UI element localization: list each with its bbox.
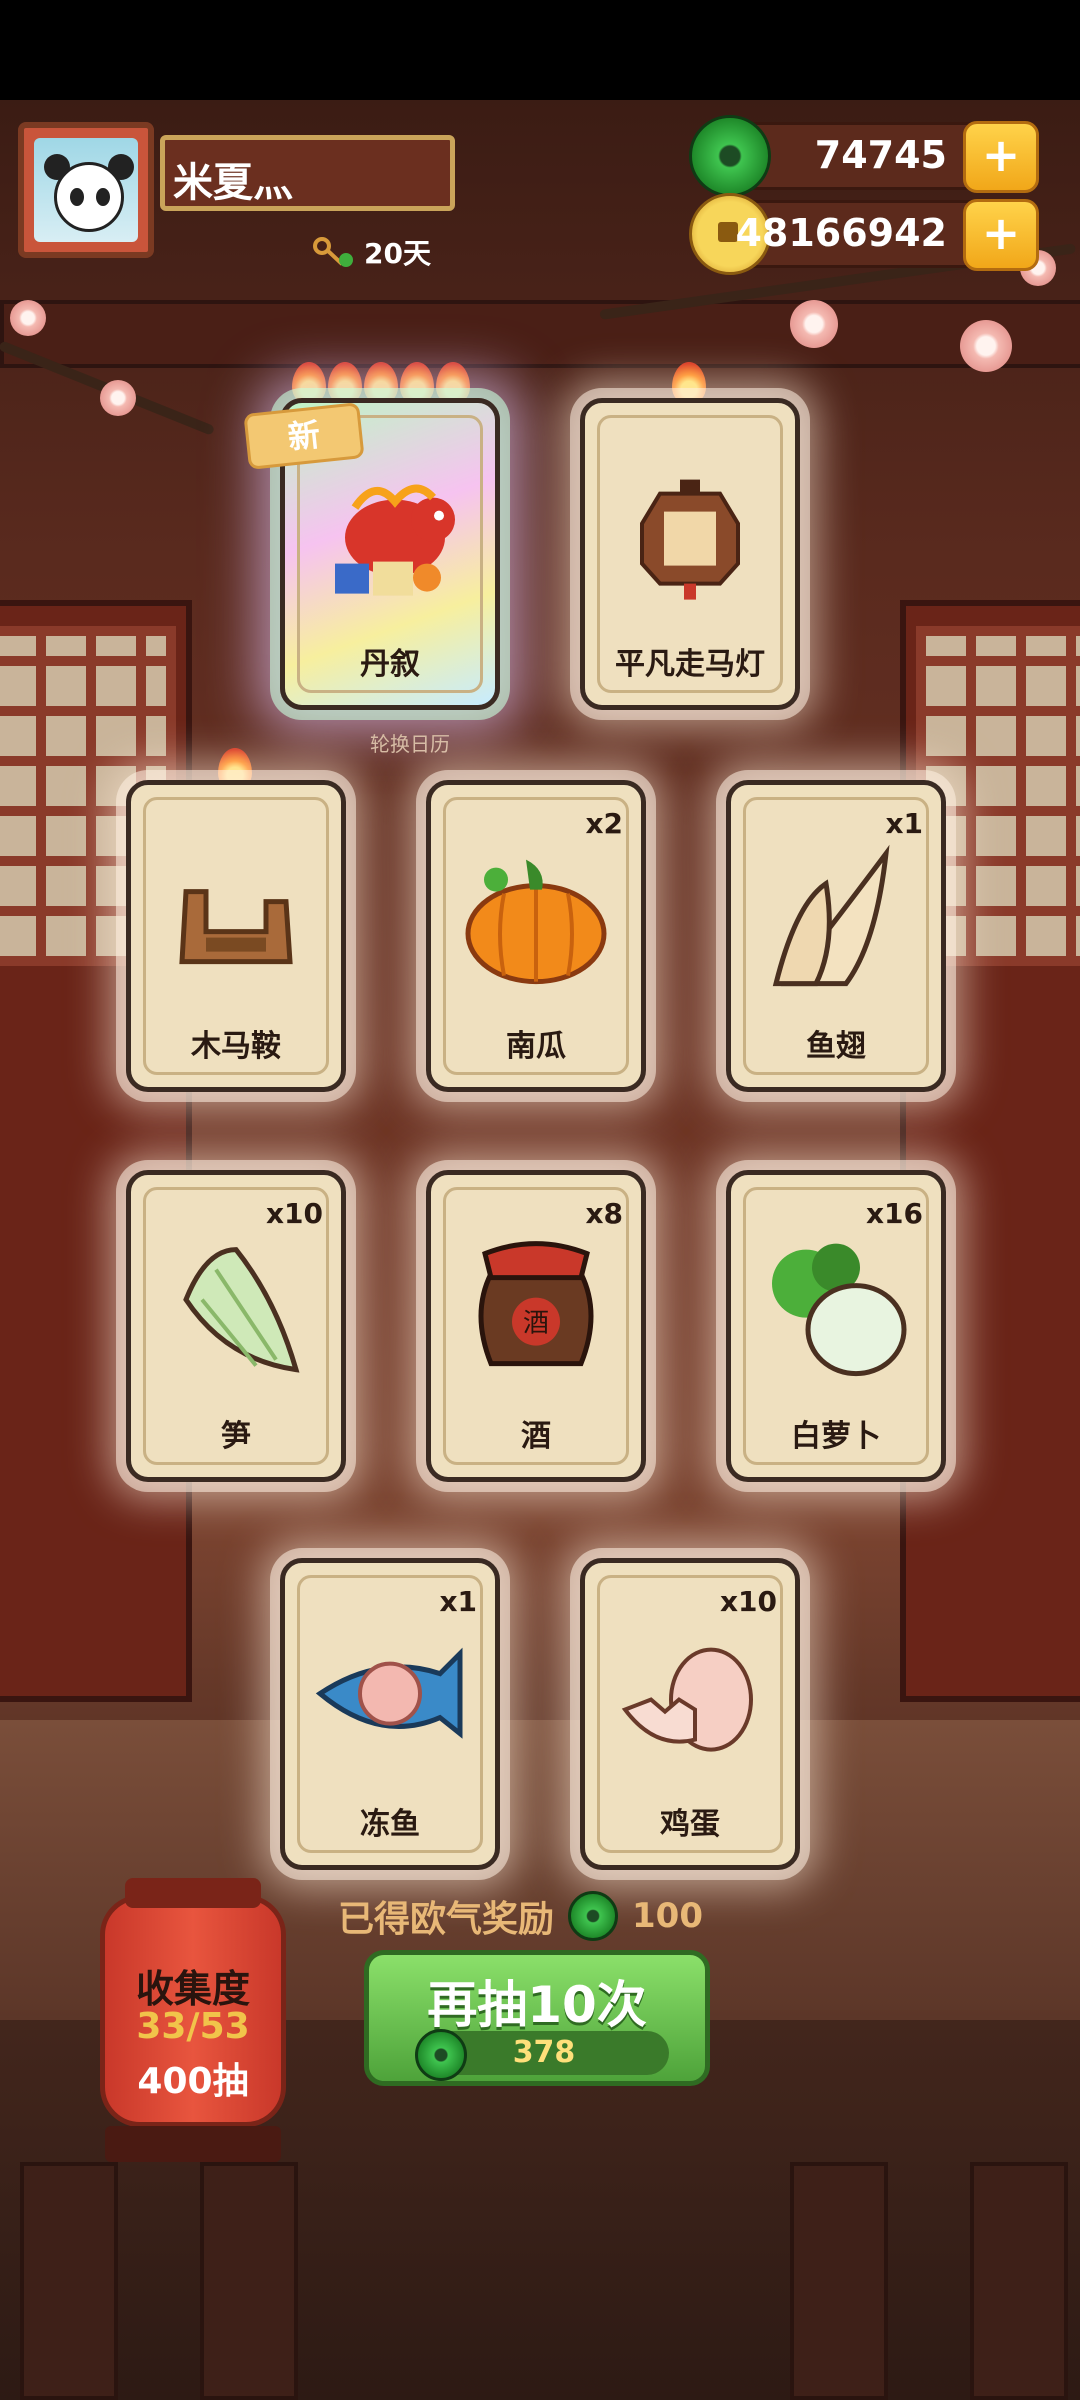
jade-value: 74745: [814, 133, 947, 177]
coin-currency: 48166942 +: [689, 193, 1039, 275]
railing-post: [970, 2162, 1068, 2400]
card-wine[interactable]: x8 酒 酒: [426, 1170, 646, 1482]
reward-value: 100: [632, 1896, 703, 1936]
card-name: 白萝卜: [791, 1419, 881, 1454]
jade-icon: [568, 1891, 619, 1941]
card-sublabel: 轮换日历: [370, 732, 450, 756]
card-pumpkin[interactable]: x2 南瓜: [426, 780, 646, 1092]
card-quantity: x10: [719, 1585, 777, 1618]
left-door: [0, 600, 192, 1702]
dragon-icon: [315, 468, 465, 612]
card-quantity: x2: [585, 807, 623, 840]
pumpkin-icon: [456, 850, 616, 994]
radish-icon: [756, 1234, 916, 1388]
bamboo-shoot-icon: [166, 1240, 306, 1384]
card-bamboo-shoot[interactable]: x10 笋: [126, 1170, 346, 1482]
jar-label: 酒: [523, 1309, 549, 1339]
card-name: 冻鱼: [360, 1807, 420, 1842]
card-lantern[interactable]: 平凡走马灯: [580, 398, 800, 710]
card-name: 南瓜: [506, 1029, 566, 1064]
card-shark-fin[interactable]: x1 鱼翅: [726, 780, 946, 1092]
card-quantity: x10: [265, 1197, 323, 1230]
collection-count: 33/53: [136, 2006, 250, 2047]
jade-currency: 74745 +: [689, 115, 1039, 197]
card-name: 酒: [521, 1419, 551, 1454]
fin-icon: [766, 844, 906, 998]
railing-post: [20, 2162, 118, 2400]
blossom-decoration: [100, 380, 136, 416]
right-door: [900, 600, 1080, 1702]
draw-again-button[interactable]: 再抽10次 378: [364, 1950, 710, 2086]
railing-post: [200, 2162, 298, 2400]
blossom-decoration: [960, 320, 1012, 372]
collection-draws: 400抽: [137, 2061, 249, 2102]
add-jade-button[interactable]: +: [963, 121, 1039, 193]
reward-row: 已得欧气奖励 100: [338, 1890, 703, 1942]
lantern-icon: [630, 474, 750, 608]
card-name: 木马鞍: [191, 1029, 281, 1064]
draw-button-label: 再抽10次: [427, 1976, 647, 2034]
card-name: 丹叙: [360, 647, 420, 682]
saddle-icon: [166, 862, 306, 986]
collection-progress[interactable]: 收集度 33/53 400抽: [100, 1878, 286, 2162]
draw-cost: 378: [415, 2029, 669, 2081]
player-name: 米夏灬: [173, 160, 293, 206]
card-name: 平凡走马灯: [615, 647, 765, 682]
days-counter: 20天: [312, 232, 431, 272]
fish-icon: [310, 1634, 470, 1768]
card-name: 笋: [221, 1419, 251, 1454]
card-name: 鸡蛋: [660, 1807, 720, 1842]
card-name: 鱼翅: [806, 1029, 866, 1064]
blossom-decoration: [10, 300, 46, 336]
player-avatar[interactable]: [18, 122, 154, 258]
card-quantity: x1: [439, 1585, 477, 1618]
draw-cost-value: 378: [512, 2035, 576, 2070]
card-egg[interactable]: x10 鸡蛋: [580, 1558, 800, 1870]
key-icon: [312, 234, 358, 270]
player-name-box: 米夏灬: [160, 135, 455, 211]
collection-title: 收集度: [135, 1967, 250, 2011]
blossom-decoration: [790, 300, 838, 348]
card-frozen-fish[interactable]: x1 冻鱼: [280, 1558, 500, 1870]
egg-icon: [615, 1640, 765, 1764]
railing-post: [790, 2162, 888, 2400]
coin-value: 48166942: [735, 211, 947, 255]
wine-jar-icon: 酒: [461, 1234, 611, 1388]
days-value: 20天: [364, 237, 431, 270]
card-saddle[interactable]: 木马鞍: [126, 780, 346, 1092]
card-white-radish[interactable]: x16 白萝卜: [726, 1170, 946, 1482]
jade-icon: [689, 115, 771, 197]
roof-beam: [0, 300, 1080, 368]
card-quantity: x1: [885, 807, 923, 840]
card-quantity: x16: [865, 1197, 923, 1230]
status-bar-area: [0, 0, 1080, 100]
card-quantity: x8: [585, 1197, 623, 1230]
add-coins-button[interactable]: +: [963, 199, 1039, 271]
reward-label: 已得欧气奖励: [338, 1899, 555, 1940]
